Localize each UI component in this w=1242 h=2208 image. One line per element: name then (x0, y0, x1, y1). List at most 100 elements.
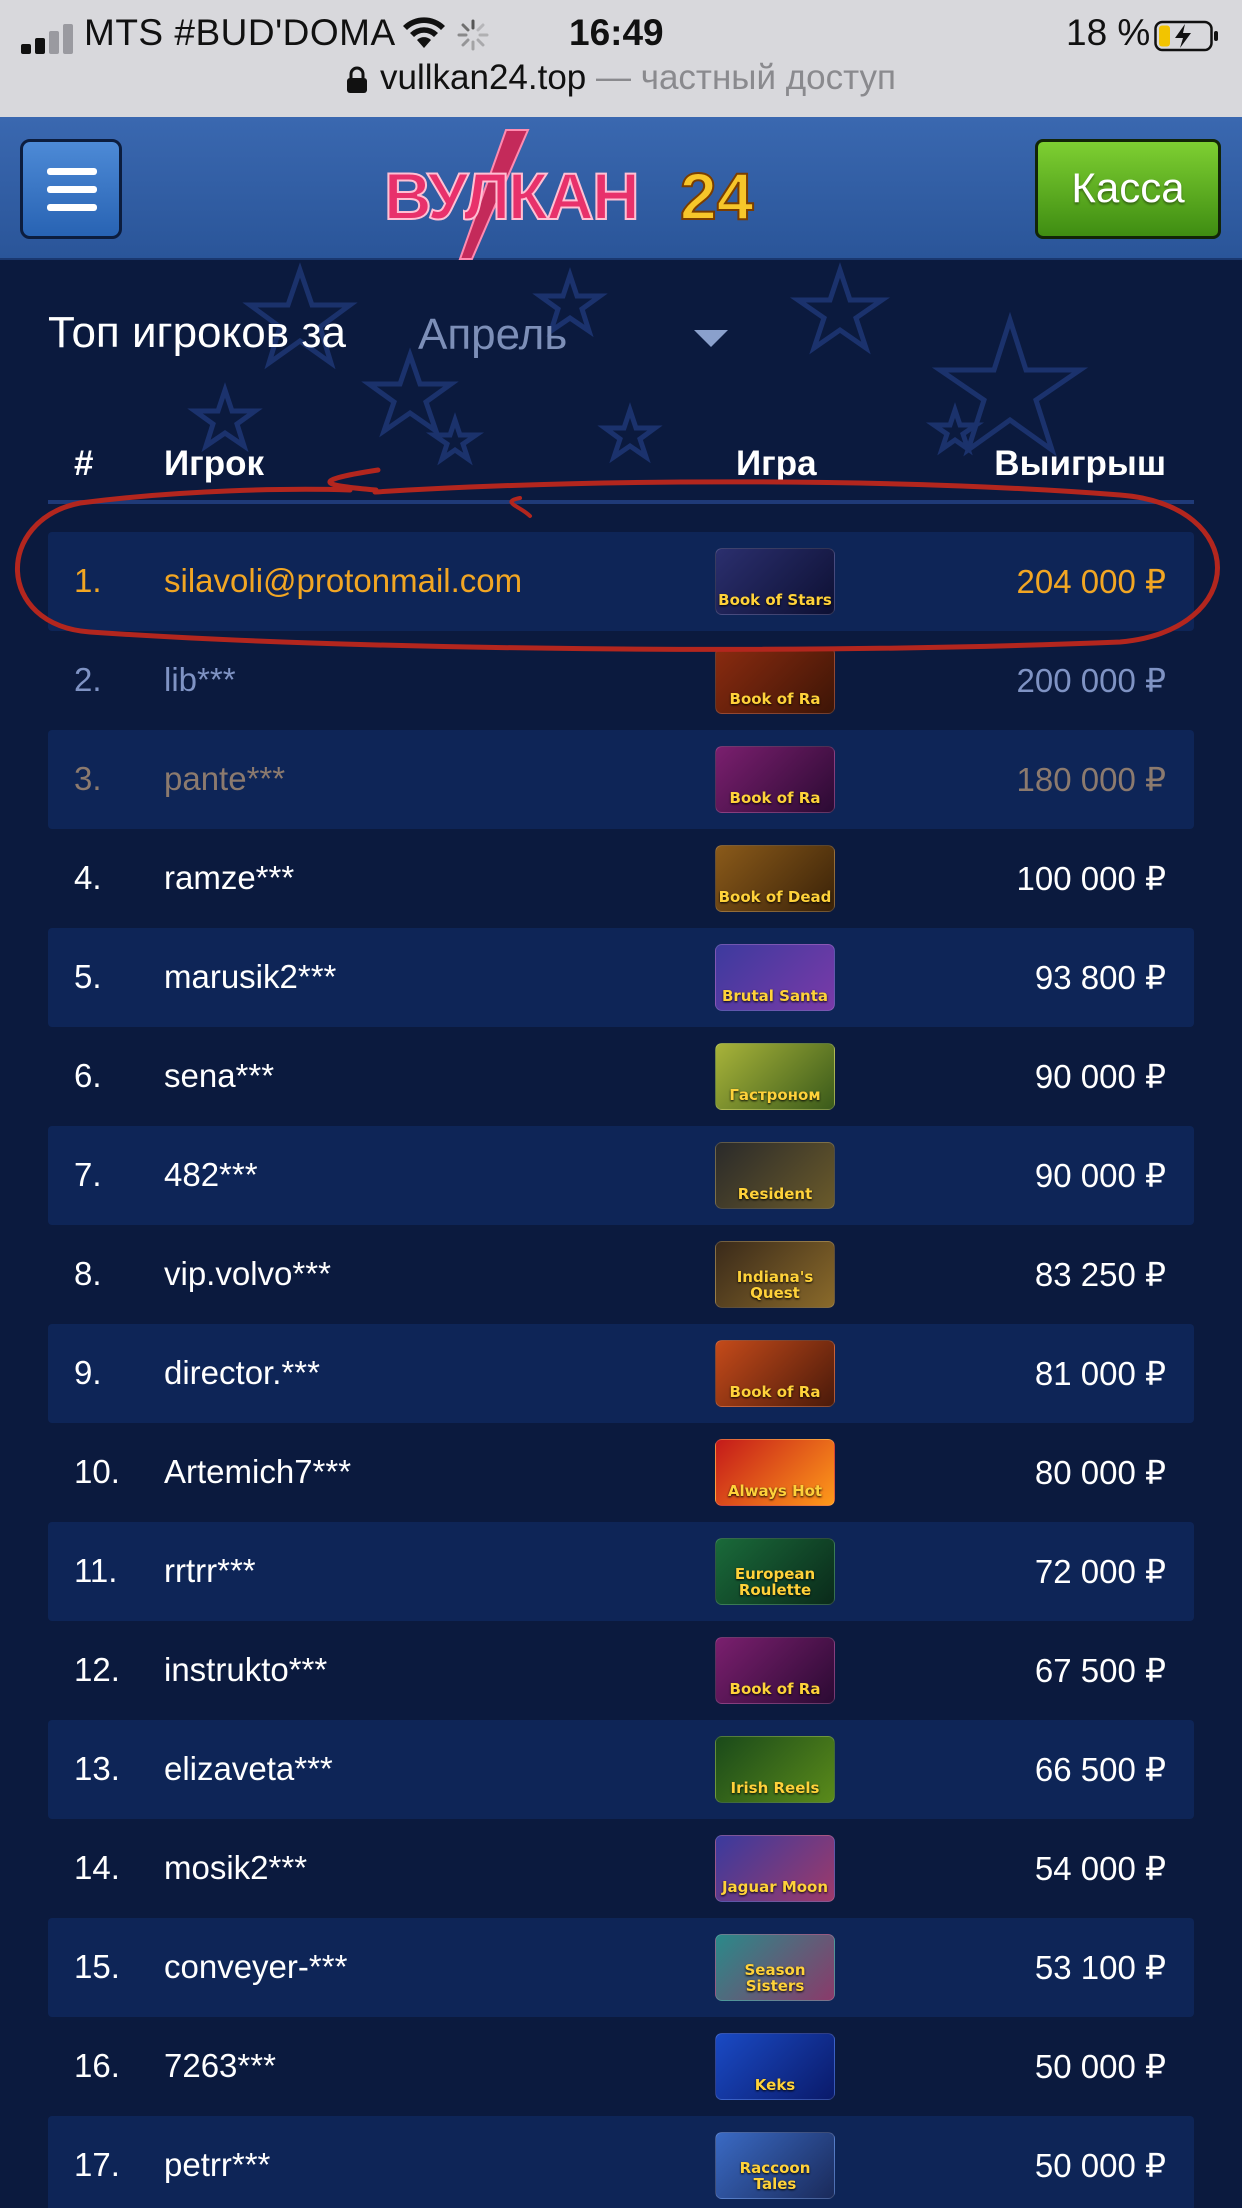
player-name: 7263*** (164, 2047, 276, 2084)
table-row: 10. Artemich7*** Always Hot 80 000 ₽ (48, 1423, 1194, 1522)
leaderboard-heading: Топ игроков за (48, 308, 346, 357)
clock: 16:49 (569, 12, 664, 53)
table-row: 5. marusik2*** Brutal Santa 93 800 ₽ (48, 928, 1194, 1027)
player-name: petrr*** (164, 2146, 271, 2183)
game-thumbnail[interactable]: Jaguar Moon (715, 1835, 835, 1902)
table-row: 15. conveyer-*** Season Sisters 53 100 ₽ (48, 1918, 1194, 2017)
win-amount: 81 000 ₽ (1034, 1355, 1166, 1392)
rank-number: 5. (74, 958, 102, 995)
game-title: European Roulette (734, 1565, 816, 1599)
site-header: ВУЛКАН 24 Касса (0, 117, 1242, 260)
win-amount: 93 800 ₽ (1034, 959, 1166, 996)
column-header-player: Игрок (164, 444, 265, 483)
game-title: Book of Dead (718, 888, 832, 906)
rank-number: 13. (74, 1750, 120, 1787)
cell-signal-icon (21, 24, 73, 54)
game-thumbnail[interactable]: Season Sisters (715, 1934, 835, 2001)
leaderboard-table: 1. silavoli@protonmail.com Book of Stars 20… (48, 532, 1194, 2208)
player-name: conveyer-*** (164, 1948, 348, 1985)
table-row: 6. sena*** Гастроном 90 000 ₽ (48, 1027, 1194, 1126)
rank-number: 10. (74, 1453, 120, 1490)
win-amount: 67 500 ₽ (1034, 1652, 1166, 1689)
win-amount: 66 500 ₽ (1034, 1751, 1166, 1788)
game-title: Book of Ra (729, 1383, 821, 1401)
ios-status-bar: MTS #BUD'DOMA 16:49 18 % vullkan24.top —… (0, 0, 1242, 117)
win-amount: 100 000 ₽ (1016, 860, 1166, 897)
game-thumbnail[interactable]: Book of Ra (715, 1340, 835, 1407)
logo-text: ВУЛКАН (384, 159, 638, 233)
caret-down-icon (694, 330, 728, 347)
rank-number: 3. (74, 760, 102, 797)
game-thumbnail[interactable]: Brutal Santa (715, 944, 835, 1011)
rank-number: 14. (74, 1849, 120, 1886)
game-title: Keks (754, 2076, 796, 2094)
month-dropdown[interactable]: Апрель (418, 310, 728, 370)
game-title: Season Sisters (744, 1961, 806, 1995)
player-name: mosik2*** (164, 1849, 308, 1886)
menu-button[interactable] (20, 139, 122, 239)
player-name: elizaveta*** (164, 1750, 333, 1787)
rank-number: 16. (74, 2047, 120, 2084)
win-amount: 204 000 ₽ (1016, 563, 1166, 600)
win-amount: 90 000 ₽ (1034, 1058, 1166, 1095)
kassa-button[interactable]: Касса (1035, 139, 1221, 239)
rank-number: 12. (74, 1651, 120, 1688)
game-thumbnail[interactable]: Book of Ra (715, 647, 835, 714)
rank-number: 2. (74, 661, 102, 698)
logo-number: 24 (680, 159, 754, 233)
game-thumbnail[interactable]: Always Hot (715, 1439, 835, 1506)
table-row: 9. director.*** Book of Ra 81 000 ₽ (48, 1324, 1194, 1423)
battery-charging-icon (1154, 20, 1218, 52)
player-name: sena*** (164, 1057, 275, 1094)
rank-number: 8. (74, 1255, 102, 1292)
win-amount: 50 000 ₽ (1034, 2048, 1166, 2085)
game-title: Book of Ra (729, 690, 821, 708)
vulkan24-logo[interactable]: ВУЛКАН 24 (380, 127, 780, 262)
rank-number: 6. (74, 1057, 102, 1094)
rank-number: 7. (74, 1156, 102, 1193)
private-access-label: — частный доступ (586, 58, 896, 97)
game-title: Brutal Santa (721, 987, 829, 1005)
rank-number: 1. (74, 562, 102, 599)
rank-number: 9. (74, 1354, 102, 1391)
game-title: Book of Ra (729, 789, 821, 807)
table-row: 3. pante*** Book of Ra 180 000 ₽ (48, 730, 1194, 829)
table-row: 8. vip.volvo*** Indiana's Quest 83 250 ₽ (48, 1225, 1194, 1324)
column-header-win: Выигрыш (994, 444, 1166, 483)
game-title: Always Hot (727, 1482, 823, 1500)
game-thumbnail[interactable]: Keks (715, 2033, 835, 2100)
table-row: 2. lib*** Book of Ra 200 000 ₽ (48, 631, 1194, 730)
player-name: silavoli@protonmail.com (164, 562, 523, 599)
game-thumbnail[interactable]: Book of Dead (715, 845, 835, 912)
game-title: Jaguar Moon (721, 1878, 829, 1896)
player-name: vip.volvo*** (164, 1255, 331, 1292)
player-name: lib*** (164, 661, 236, 698)
player-name: Artemich7*** (164, 1453, 352, 1490)
player-name: instrukto*** (164, 1651, 328, 1688)
player-name: pante*** (164, 760, 286, 797)
carrier-name: MTS #BUD'DOMA (84, 12, 396, 53)
game-thumbnail[interactable]: Raccoon Tales (715, 2132, 835, 2199)
url-bar[interactable]: vullkan24.top — частный доступ (0, 58, 1242, 108)
game-title: Indiana's Quest (736, 1268, 814, 1302)
game-thumbnail[interactable]: Book of Stars (715, 548, 835, 615)
win-amount: 83 250 ₽ (1034, 1256, 1166, 1293)
win-amount: 180 000 ₽ (1016, 761, 1166, 798)
table-header: # Игрок Игра Выигрыш (48, 430, 1194, 500)
player-name: director.*** (164, 1354, 320, 1391)
game-title: Irish Reels (730, 1779, 820, 1797)
header-divider (48, 500, 1194, 504)
month-value: Апрель (418, 310, 568, 359)
table-row: 12. instrukto*** Book of Ra 67 500 ₽ (48, 1621, 1194, 1720)
game-thumbnail[interactable]: European Roulette (715, 1538, 835, 1605)
game-thumbnail[interactable]: Resident (715, 1142, 835, 1209)
game-thumbnail[interactable]: Гастроном (715, 1043, 835, 1110)
game-thumbnail[interactable]: Book of Ra (715, 1637, 835, 1704)
player-name: marusik2*** (164, 958, 337, 995)
game-thumbnail[interactable]: Indiana's Quest (715, 1241, 835, 1308)
column-header-game: Игра (736, 444, 817, 483)
win-amount: 80 000 ₽ (1034, 1454, 1166, 1491)
game-thumbnail[interactable]: Irish Reels (715, 1736, 835, 1803)
leaderboard-section: Топ игроков за Апрель # Игрок Игра Выигр… (0, 260, 1242, 2208)
game-thumbnail[interactable]: Book of Ra (715, 746, 835, 813)
